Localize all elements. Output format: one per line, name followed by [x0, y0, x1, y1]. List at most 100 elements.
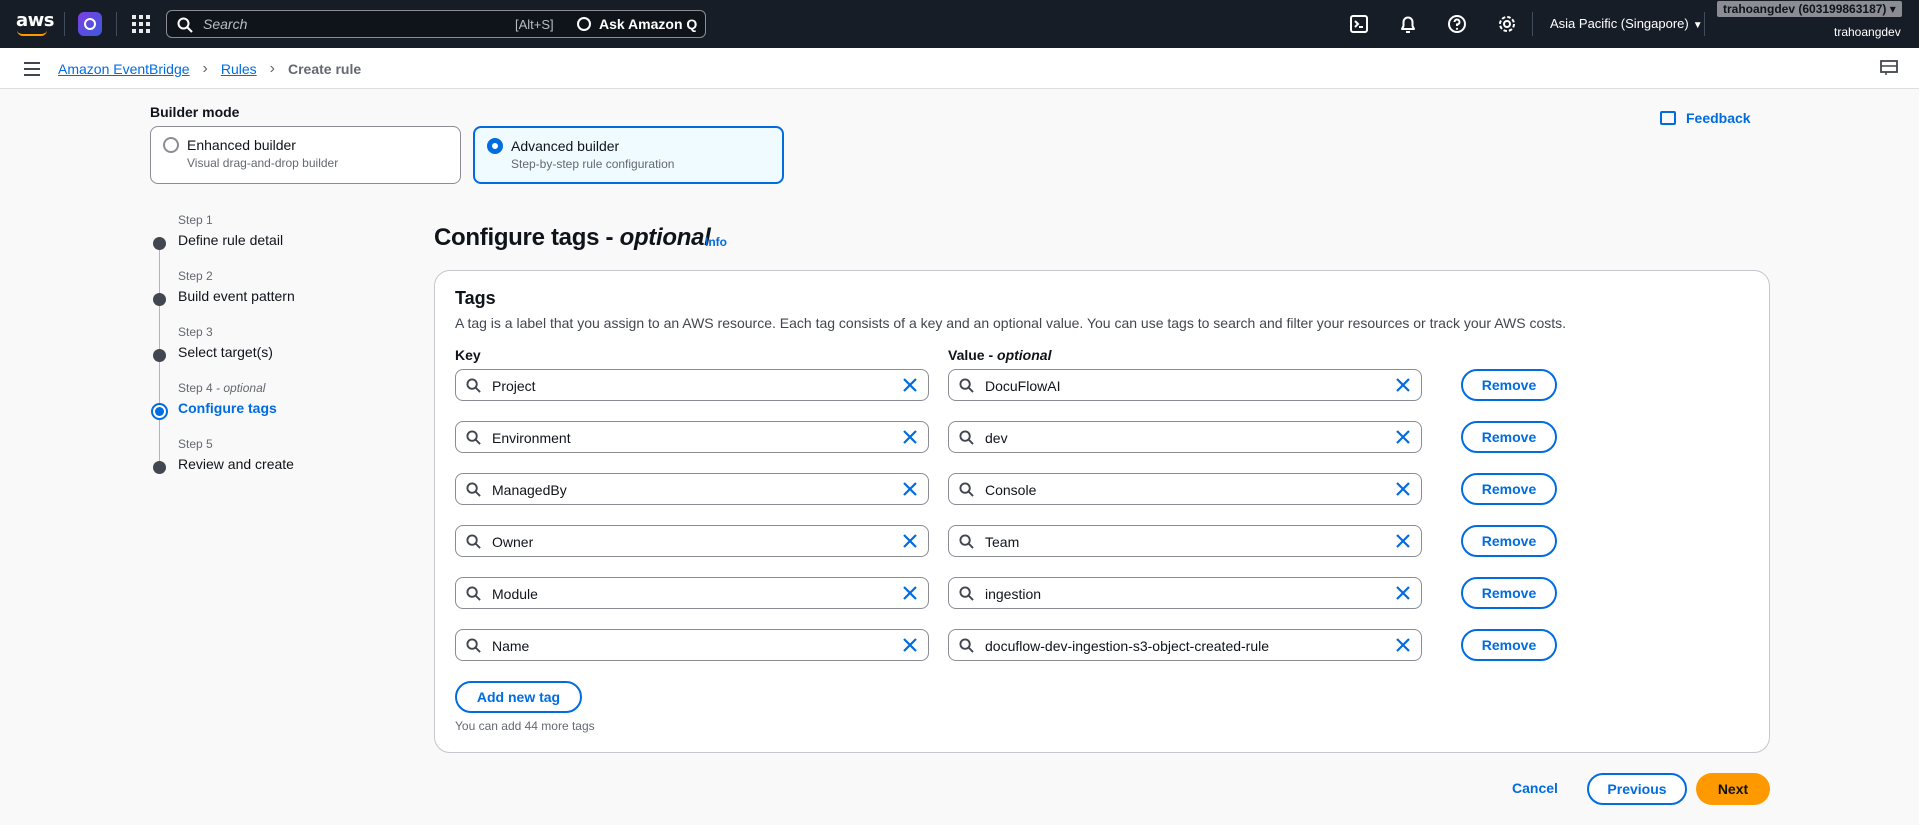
- clear-icon[interactable]: [902, 429, 918, 445]
- step-name[interactable]: Define rule detail: [178, 232, 283, 248]
- tag-value-value: Team: [985, 534, 1020, 550]
- step-name[interactable]: Select target(s): [178, 344, 273, 360]
- remove-tag-button[interactable]: Remove: [1461, 525, 1557, 557]
- clear-icon[interactable]: [902, 481, 918, 497]
- tag-row: Project DocuFlowAI Remove: [455, 369, 1557, 401]
- search-icon: [177, 17, 193, 33]
- remove-tag-button[interactable]: Remove: [1461, 629, 1557, 661]
- search-shortcut-hint: [Alt+S]: [515, 17, 554, 32]
- remove-tag-button[interactable]: Remove: [1461, 421, 1557, 453]
- nav-divider: [64, 12, 65, 36]
- tag-key-input[interactable]: Project: [455, 369, 929, 401]
- tag-value-input[interactable]: DocuFlowAI: [948, 369, 1422, 401]
- aws-smile-icon: [17, 30, 47, 36]
- breadcrumb-eventbridge-link[interactable]: Amazon EventBridge: [58, 61, 190, 77]
- tag-row: Environment dev Remove: [455, 421, 1557, 453]
- remove-tag-button[interactable]: Remove: [1461, 369, 1557, 401]
- ask-amazon-q-button[interactable]: Ask Amazon Q: [575, 13, 697, 35]
- info-link[interactable]: Info: [705, 235, 727, 249]
- tag-value-input[interactable]: ingestion: [948, 577, 1422, 609]
- tag-row: Owner Team Remove: [455, 525, 1557, 557]
- tag-value-value: DocuFlowAI: [985, 378, 1061, 394]
- tag-row: ManagedBy Console Remove: [455, 473, 1557, 505]
- clear-icon[interactable]: [902, 377, 918, 393]
- clear-icon[interactable]: [1395, 429, 1411, 445]
- split-panel-icon[interactable]: [1880, 60, 1898, 76]
- tags-description: A tag is a label that you assign to an A…: [455, 315, 1567, 331]
- step-name[interactable]: Build event pattern: [178, 288, 295, 304]
- builder-option-desc: Visual drag-and-drop builder: [187, 156, 339, 170]
- step-number: Step 4 - optional: [178, 381, 265, 395]
- search-icon: [466, 638, 481, 653]
- tag-key-input[interactable]: Module: [455, 577, 929, 609]
- tag-value-value: ingestion: [985, 586, 1042, 602]
- next-button[interactable]: Next: [1696, 773, 1770, 805]
- account-badge[interactable]: trahoangdev (603199863187) ▾: [1717, 1, 1902, 17]
- tag-key-input[interactable]: Name: [455, 629, 929, 661]
- builder-option-title: Enhanced builder: [187, 137, 296, 153]
- tag-limit-hint: You can add 44 more tags: [455, 719, 595, 733]
- remove-tag-button[interactable]: Remove: [1461, 473, 1557, 505]
- aws-logo[interactable]: aws: [16, 10, 55, 38]
- clear-icon[interactable]: [902, 585, 918, 601]
- builder-option-title: Advanced builder: [511, 138, 620, 154]
- tag-key-value: Owner: [492, 534, 534, 550]
- step-dot-icon: [153, 461, 166, 474]
- radio-unselected-icon[interactable]: [163, 137, 179, 153]
- global-search-box[interactable]: [Alt+S] Ask Amazon Q: [166, 10, 706, 38]
- top-navigation-bar: aws [Alt+S] Ask Amazon Q: [0, 0, 1919, 48]
- clear-icon[interactable]: [1395, 377, 1411, 393]
- add-new-tag-button[interactable]: Add new tag: [455, 681, 582, 713]
- feedback-link[interactable]: Feedback: [1660, 110, 1751, 126]
- enhanced-builder-option[interactable]: Enhanced builder Visual drag-and-drop bu…: [150, 126, 461, 184]
- help-icon[interactable]: [1447, 14, 1467, 34]
- services-menu-icon[interactable]: [132, 15, 150, 33]
- tag-value-input[interactable]: docuflow-dev-ingestion-s3-object-created…: [948, 629, 1422, 661]
- breadcrumb-rules-link[interactable]: Rules: [221, 61, 257, 77]
- bell-icon[interactable]: [1398, 14, 1418, 34]
- cloudshell-icon[interactable]: [1349, 14, 1369, 34]
- tag-value-input[interactable]: Team: [948, 525, 1422, 557]
- tag-key-input[interactable]: Environment: [455, 421, 929, 453]
- tag-key-input[interactable]: Owner: [455, 525, 929, 557]
- chevron-right-icon: ›: [202, 60, 208, 77]
- cancel-button[interactable]: Cancel: [1512, 780, 1558, 796]
- step-active-dot-icon: [151, 403, 168, 420]
- step-number-label: Step 4: [178, 381, 213, 395]
- search-icon: [466, 482, 481, 497]
- breadcrumb-bar: Amazon EventBridge › Rules › Create rule: [0, 48, 1919, 89]
- tag-value-input[interactable]: Console: [948, 473, 1422, 505]
- hamburger-menu-icon[interactable]: [24, 62, 40, 76]
- account-badge-label: trahoangdev (603199863187): [1723, 2, 1887, 16]
- search-icon: [466, 534, 481, 549]
- region-label: Asia Pacific (Singapore): [1550, 16, 1689, 31]
- tag-key-input[interactable]: ManagedBy: [455, 473, 929, 505]
- step-number: Step 3: [178, 325, 213, 339]
- search-icon: [959, 586, 974, 601]
- previous-button[interactable]: Previous: [1587, 773, 1687, 805]
- advanced-builder-option[interactable]: Advanced builder Step-by-step rule confi…: [473, 126, 784, 184]
- account-username[interactable]: trahoangdev: [1834, 25, 1901, 39]
- search-input[interactable]: [203, 15, 473, 33]
- step-dot-icon: [153, 349, 166, 362]
- tag-value-input[interactable]: dev: [948, 421, 1422, 453]
- clear-icon[interactable]: [902, 637, 918, 653]
- remove-tag-button[interactable]: Remove: [1461, 577, 1557, 609]
- step-dot-icon: [153, 237, 166, 250]
- region-selector[interactable]: Asia Pacific (Singapore) ▼: [1550, 16, 1703, 31]
- gear-icon[interactable]: [1497, 14, 1517, 34]
- builder-mode-label: Builder mode: [150, 104, 240, 120]
- aws-logo-text: aws: [16, 10, 55, 31]
- clear-icon[interactable]: [902, 533, 918, 549]
- clear-icon[interactable]: [1395, 637, 1411, 653]
- feedback-label: Feedback: [1686, 110, 1751, 126]
- clear-icon[interactable]: [1395, 533, 1411, 549]
- clear-icon[interactable]: [1395, 481, 1411, 497]
- tag-value-value: Console: [985, 482, 1037, 498]
- radio-selected-icon[interactable]: [487, 138, 503, 154]
- amazon-q-logo-icon[interactable]: [78, 12, 102, 36]
- clear-icon[interactable]: [1395, 585, 1411, 601]
- breadcrumb-current: Create rule: [287, 61, 362, 77]
- tags-container: Tags A tag is a label that you assign to…: [434, 270, 1770, 753]
- search-icon: [959, 638, 974, 653]
